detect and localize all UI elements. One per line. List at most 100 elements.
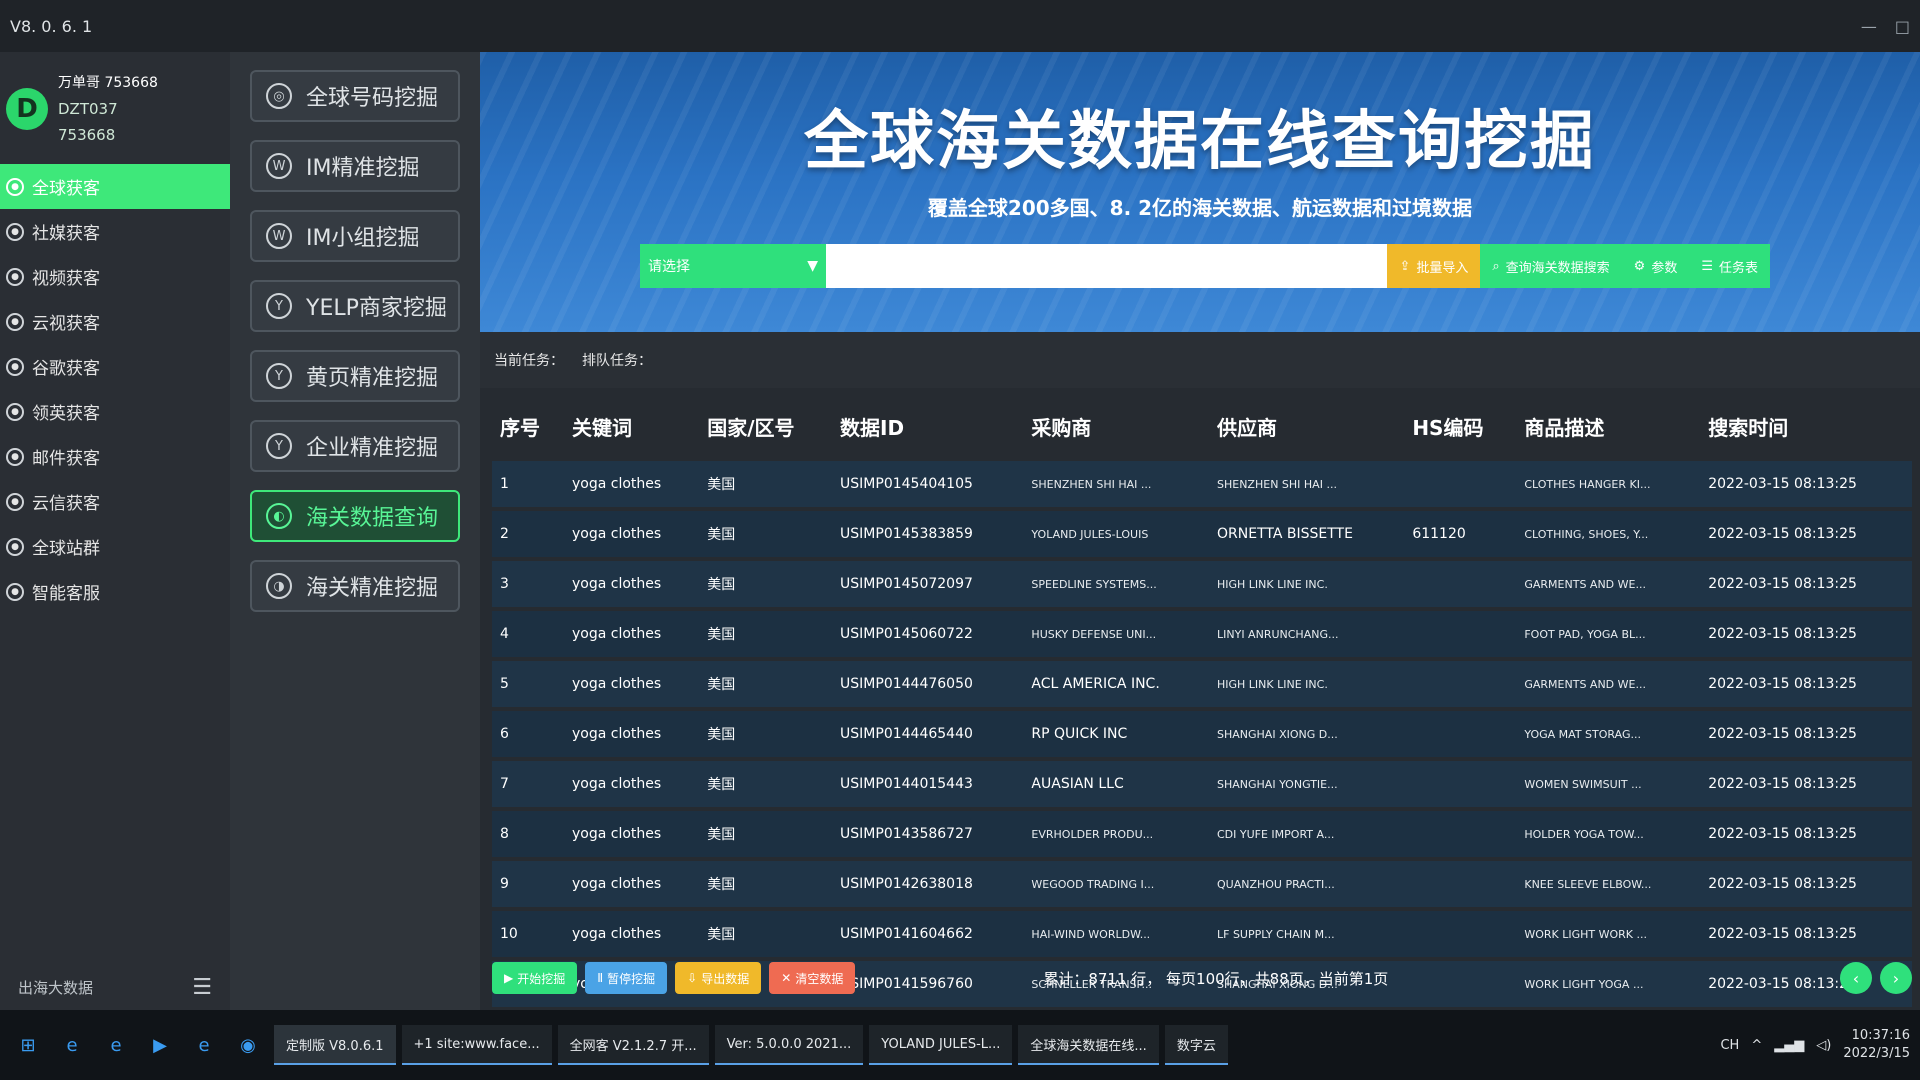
export-button[interactable]: ⇩ 导出数据 — [675, 962, 762, 994]
column-header[interactable]: 数据ID — [832, 396, 1024, 457]
sidebar-item-social[interactable]: ● 社媒获客 — [0, 209, 230, 254]
clear-button[interactable]: ✕ 清空数据 — [769, 962, 856, 994]
taskbar-item[interactable]: Ver: 5.0.0.0 2021... — [714, 1025, 864, 1065]
table-cell: 美国 — [699, 561, 833, 607]
app-window: V8. 0. 6. 1 — □ D 万单哥 753668 DZT037 7536… — [0, 0, 1920, 1010]
taskbar-item[interactable]: 数字云 — [1164, 1025, 1228, 1065]
table-cell — [1404, 861, 1517, 907]
taskbar-item-label: 全网客 V2.1.2.7 开... — [569, 1038, 697, 1054]
left-sidebar: D 万单哥 753668 DZT037 753668 ● 全球获客 ● 社媒获客 ●… — [0, 52, 230, 1010]
table-row[interactable]: 8 yoga clothes 美国 USIMP0143586727 EVRHOLDER … — [492, 811, 1912, 857]
table-row[interactable]: 9 yoga clothes 美国 USIMP0142638018 WEGOOD TRA… — [492, 861, 1912, 907]
table-row[interactable]: 7 yoga clothes 美国 USIMP0144015443 AUASIAN LL… — [492, 761, 1912, 807]
next-page-icon[interactable]: › — [1880, 962, 1912, 994]
circle-icon: ● — [6, 267, 24, 286]
network-icon[interactable]: ▂▄▆ — [1774, 1038, 1804, 1053]
column-header[interactable]: HS编码 — [1404, 396, 1517, 457]
table-cell: 2022-03-15 08:13:25 — [1700, 561, 1912, 607]
tool-enterprise[interactable]: Y 企业精准挖掘 — [250, 420, 460, 472]
pause-button[interactable]: Ⅱ 暂停挖掘 — [585, 962, 668, 994]
taskbar-item-label: YOLAND JULES-L... — [881, 1036, 1001, 1052]
import-button[interactable]: ⇪ 批量导入 — [1387, 244, 1481, 288]
ie-browser-icon[interactable]: e — [186, 1027, 222, 1063]
tool-yelp[interactable]: Y YELP商家挖掘 — [250, 280, 460, 332]
tool-customs-query[interactable]: ◐ 海关数据查询 — [250, 490, 460, 542]
tool-im-group[interactable]: W IM小组挖掘 — [250, 210, 460, 262]
start-button[interactable]: ▶ 开始挖掘 — [492, 962, 578, 994]
chat-icon[interactable]: ◉ — [230, 1027, 266, 1063]
lang-indicator[interactable]: CH — [1720, 1038, 1739, 1053]
sidebar-item-cloud-message[interactable]: ● 云信获客 — [0, 479, 230, 524]
column-header[interactable]: 供应商 — [1209, 396, 1405, 457]
table-cell: SPEEDLINE SYSTEMS... — [1023, 561, 1209, 607]
table-cell: yoga clothes — [563, 911, 700, 957]
search-input[interactable] — [826, 244, 1388, 288]
ie-browser-icon[interactable]: e — [98, 1027, 134, 1063]
sidebar-item-email[interactable]: ● 邮件获客 — [0, 434, 230, 479]
table-cell: CLOTHING, SHOES, Y... — [1516, 511, 1701, 557]
search-icon: ⌕ — [1492, 258, 1500, 274]
sidebar-item-cloud-video[interactable]: ● 云视获客 — [0, 299, 230, 344]
chevron-up-icon[interactable]: ^ — [1751, 1038, 1762, 1053]
table-cell: 美国 — [699, 911, 833, 957]
tool-global-number[interactable]: ◎ 全球号码挖掘 — [250, 70, 460, 122]
menu-icon[interactable]: ☰ — [192, 975, 212, 1000]
table-row[interactable]: 2 yoga clothes 美国 USIMP0145383859 YOLAND JUL… — [492, 511, 1912, 557]
column-header[interactable]: 国家/区号 — [699, 396, 833, 457]
ie-browser-icon[interactable]: e — [54, 1027, 90, 1063]
taskbar-item[interactable]: +1 site:www.face... — [401, 1025, 552, 1065]
table-cell: yoga clothes — [563, 611, 700, 657]
table-cell: YOGA MAT STORAG... — [1516, 711, 1701, 757]
page-info: 累计：8711 行， 每页100行，共88页，当前第1页 — [1043, 969, 1389, 988]
table-row[interactable]: 5 yoga clothes 美国 USIMP0144476050 ACL AMERIC… — [492, 661, 1912, 707]
maximize-icon[interactable]: □ — [1895, 17, 1910, 36]
table-cell: 2022-03-15 08:13:25 — [1700, 811, 1912, 857]
taskbar-item[interactable]: 全球海关数据在线... — [1018, 1025, 1159, 1065]
banner-subtitle: 覆盖全球200多国、8. 2亿的海关数据、航运数据和过境数据 — [927, 196, 1473, 220]
taskbar-item[interactable]: 定制版 V8.0.6.1 — [274, 1025, 396, 1065]
media-player-icon[interactable]: ▶ — [142, 1027, 178, 1063]
sidebar-item-label: 领英获客 — [32, 404, 100, 424]
windows-start-icon[interactable]: ⊞ — [10, 1027, 46, 1063]
table-row[interactable]: 6 yoga clothes 美国 USIMP0144465440 RP QUICK I… — [492, 711, 1912, 757]
table-row[interactable]: 3 yoga clothes 美国 USIMP0145072097 SPEEDLINE … — [492, 561, 1912, 607]
tool-im-precise[interactable]: W IM精准挖掘 — [250, 140, 460, 192]
table-cell: yoga clothes — [563, 461, 700, 507]
circle-icon: ● — [6, 357, 24, 376]
sidebar-item-video[interactable]: ● 视频获客 — [0, 254, 230, 299]
sidebar-item-sites[interactable]: ● 全球站群 — [0, 524, 230, 569]
avatar[interactable]: D — [6, 88, 48, 130]
minimize-icon[interactable]: — — [1861, 17, 1877, 36]
upload-icon: ⇪ — [1399, 258, 1411, 274]
export-label: 导出数据 — [701, 971, 750, 986]
volume-icon[interactable]: ◁) — [1816, 1038, 1831, 1053]
column-header[interactable]: 采购商 — [1023, 396, 1209, 457]
sidebar-footer-label[interactable]: 出海大数据 — [18, 977, 93, 998]
table-row[interactable]: 4 yoga clothes 美国 USIMP0145060722 HUSKY DEFE… — [492, 611, 1912, 657]
search-button[interactable]: ⌕ 查询海关数据搜索 — [1480, 244, 1622, 288]
sidebar-item-service[interactable]: ● 智能客服 — [0, 569, 230, 614]
sidebar-item-google[interactable]: ● 谷歌获客 — [0, 344, 230, 389]
column-header[interactable]: 关键词 — [563, 396, 700, 457]
column-header[interactable]: 商品描述 — [1516, 396, 1701, 457]
settings-button[interactable]: ⚙ 参数 — [1621, 244, 1690, 288]
table-cell: USIMP0145383859 — [832, 511, 1024, 557]
task-list-button[interactable]: ☰ 任务表 — [1689, 244, 1770, 288]
table-row[interactable]: 10 yoga clothes 美国 USIMP0141604662 HAI-WIND … — [492, 911, 1912, 957]
tool-customs-precise[interactable]: ◑ 海关精准挖掘 — [250, 560, 460, 612]
sidebar-item-global[interactable]: ● 全球获客 — [0, 164, 230, 209]
taskbar-item[interactable]: 全网客 V2.1.2.7 开... — [557, 1025, 709, 1065]
clock-date: 2022/3/15 — [1843, 1046, 1910, 1061]
taskbar-item[interactable]: YOLAND JULES-L... — [869, 1025, 1013, 1065]
clock[interactable]: 10:37:16 2022/3/15 — [1843, 1027, 1910, 1063]
search-bar: 请选择 ▼ ⇪ 批量导入 ⌕ 查询海关数据搜索 ⚙ 参数 ☰ 任务表 — [640, 244, 1770, 288]
sidebar-item-linkedin[interactable]: ● 领英获客 — [0, 389, 230, 434]
tool-label: 企业精准挖掘 — [306, 436, 439, 461]
column-header[interactable]: 序号 — [492, 396, 564, 457]
tool-label: IM小组挖掘 — [306, 226, 420, 251]
table-row[interactable]: 1 yoga clothes 美国 USIMP0145404105 SHENZHEN S… — [492, 461, 1912, 507]
prev-page-icon[interactable]: ‹ — [1840, 962, 1872, 994]
tool-yellow-pages[interactable]: Y 黄页精准挖掘 — [250, 350, 460, 402]
column-header[interactable]: 搜索时间 — [1700, 396, 1912, 457]
region-select[interactable]: 请选择 ▼ — [640, 244, 826, 288]
